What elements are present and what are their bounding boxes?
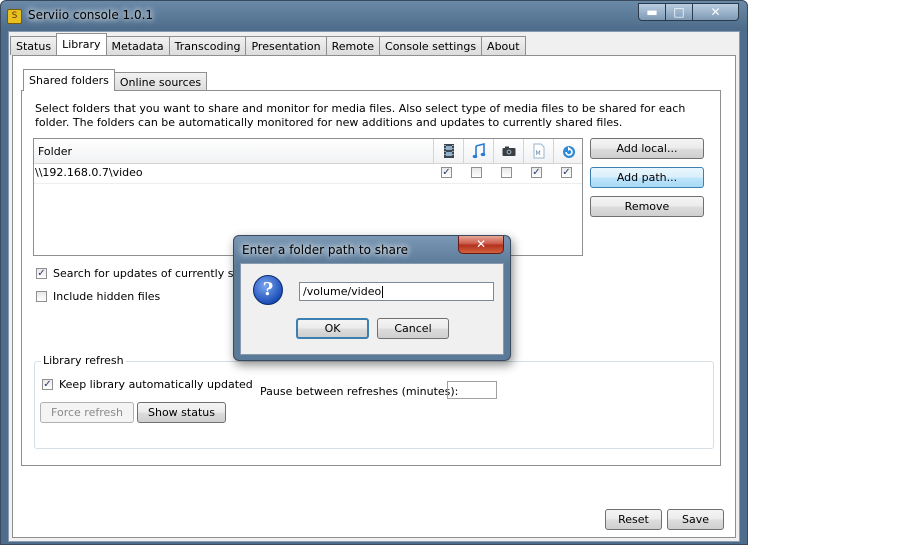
add-path-button[interactable]: Add path... [590,167,704,188]
ok-button[interactable]: OK [296,318,369,339]
tab-presentation[interactable]: Presentation [245,36,327,55]
tab-metadata[interactable]: Metadata [105,36,170,55]
question-icon: ? [253,275,283,305]
dialog-close-button[interactable]: ✕ [458,236,504,254]
cancel-button[interactable]: Cancel [377,318,449,339]
tab-online-sources[interactable]: Online sources [113,72,208,91]
tab-console-settings[interactable]: Console settings [379,36,483,55]
refresh-column-header[interactable] [553,139,583,163]
pause-between-refreshes-label: Pause between refreshes (minutes): [260,385,459,398]
audio-column-header[interactable] [463,139,493,163]
search-updates-label: Search for updates of currently share [53,267,259,280]
folder-path-dialog: Enter a folder path to share ✕ ? /volume… [233,235,511,361]
metadata-icon: M [533,143,545,159]
dialog-client: ? /volume/video OK Cancel [240,263,504,355]
folder-path-cell: \\192.168.0.7\video [35,166,143,179]
tab-remote[interactable]: Remote [325,36,381,55]
include-hidden-checkbox[interactable] [36,291,47,302]
show-status-button[interactable]: Show status [137,402,226,423]
svg-text:M: M [536,150,541,157]
folder-column-header[interactable]: Folder [38,145,72,158]
table-row[interactable]: \\192.168.0.7\video ✓ ✓ ✓ [34,163,582,184]
title-bar[interactable]: S Serviio console 1.0.1 ▬ □ ✕ [1,1,747,31]
tab-shared-folders[interactable]: Shared folders [23,69,115,91]
shared-folders-description: Select folders that you want to share an… [35,102,686,129]
add-local-button[interactable]: Add local... [590,138,704,159]
folder-path-value: /volume/video [303,285,382,298]
image-column-header[interactable] [493,139,523,163]
tab-about[interactable]: About [481,36,526,55]
metadata-column-header[interactable]: M [523,139,553,163]
reset-button[interactable]: Reset [605,509,662,530]
refresh-icon [563,146,575,158]
image-checkbox[interactable] [501,167,512,178]
search-updates-checkbox[interactable]: ✓ [36,268,47,279]
library-refresh-group: Library refresh ✓ Keep library automatic… [34,354,714,449]
folder-path-input[interactable]: /volume/video [299,282,494,301]
dialog-title: Enter a folder path to share [242,243,409,257]
force-refresh-button[interactable]: Force refresh [40,402,134,423]
include-hidden-label: Include hidden files [53,290,161,303]
serviio-app-icon: S [7,9,22,24]
main-tabs: Status Library Metadata Transcoding Pres… [10,33,526,56]
text-caret [382,286,384,298]
audio-icon [472,143,486,159]
window-title: Serviio console 1.0.1 [28,8,154,22]
close-button[interactable]: ✕ [693,3,739,21]
video-icon [444,144,454,158]
library-subtabs: Shared folders Online sources [23,69,208,91]
keep-updated-checkbox[interactable]: ✓ [42,379,53,390]
metadata-checkbox[interactable]: ✓ [531,167,542,178]
image-icon [502,146,516,156]
minimize-button[interactable]: ▬ [638,3,666,21]
video-column-header[interactable] [433,139,463,163]
save-button[interactable]: Save [667,509,724,530]
tab-library[interactable]: Library [56,33,107,55]
video-checkbox[interactable]: ✓ [441,167,452,178]
library-refresh-title: Library refresh [41,354,126,367]
table-header: Folder M [34,139,582,164]
remove-button[interactable]: Remove [590,196,704,217]
tab-transcoding[interactable]: Transcoding [168,36,247,55]
keep-updated-label: Keep library automatically updated [59,378,253,391]
pause-minutes-spinner[interactable] [447,381,497,399]
tab-status[interactable]: Status [10,36,58,55]
maximize-button[interactable]: □ [666,3,693,21]
auto-refresh-checkbox[interactable]: ✓ [561,167,572,178]
audio-checkbox[interactable] [471,167,482,178]
